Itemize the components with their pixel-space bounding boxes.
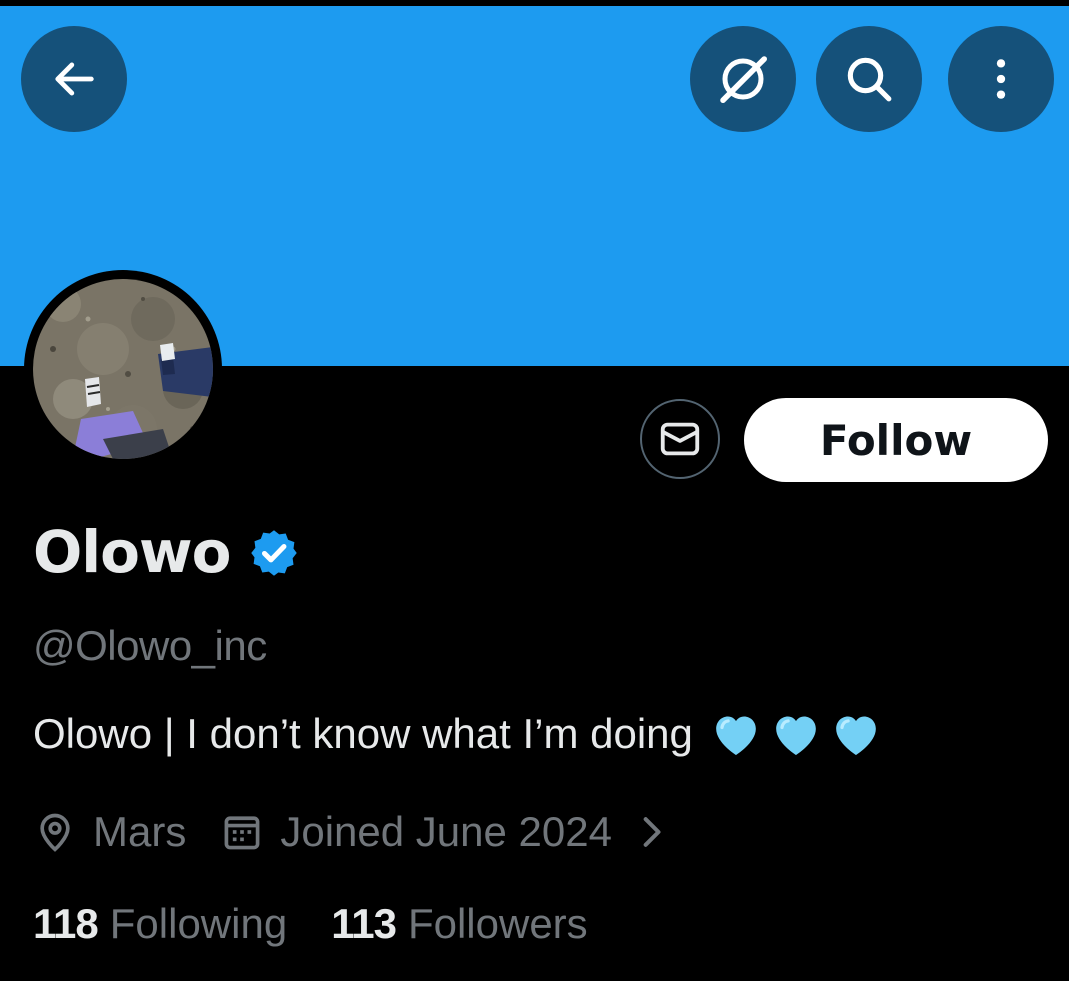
back-button[interactable]	[21, 26, 127, 132]
display-name: Olowo	[33, 518, 231, 586]
bio-text: Olowo | I don’t know what I’m doing	[33, 710, 693, 757]
chevron-right-icon[interactable]	[638, 810, 668, 854]
avatar[interactable]	[33, 279, 213, 459]
location-pin-icon	[33, 810, 77, 854]
joined-date-text: Joined June 2024	[280, 808, 612, 855]
followers-count: 113	[331, 900, 397, 947]
bio: Olowo | I don’t know what I’m doing	[33, 706, 885, 762]
grok-icon	[720, 56, 767, 103]
grok-button[interactable]	[690, 26, 796, 132]
light-blue-heart-icon	[707, 706, 765, 762]
light-blue-heart-icon	[827, 706, 885, 762]
search-button[interactable]	[816, 26, 922, 132]
calendar-icon	[220, 810, 264, 854]
following-count: 118	[33, 900, 99, 947]
profile-page: Follow Olowo @Olowo_inc Olowo | I don’t …	[0, 0, 1069, 981]
arrow-left-icon	[55, 62, 94, 96]
avatar-photo	[33, 279, 213, 459]
followers-label: Followers	[407, 900, 588, 947]
search-icon	[847, 57, 892, 102]
message-button[interactable]	[640, 399, 720, 479]
location-text: Mars	[93, 808, 187, 855]
follow-stats: 118 Following 113 Followers	[33, 894, 588, 954]
more-vertical-icon	[996, 59, 1006, 99]
followers-link[interactable]: 113 Followers	[331, 900, 587, 948]
following-link[interactable]: 118 Following	[33, 900, 287, 948]
user-handle: @Olowo_inc	[33, 622, 267, 669]
more-options-button[interactable]	[948, 26, 1054, 132]
following-label: Following	[109, 900, 288, 947]
follow-button[interactable]: Follow	[744, 398, 1048, 482]
profile-meta: Mars Joined June 2024	[33, 800, 668, 864]
light-blue-heart-icon	[767, 706, 825, 762]
verified-badge-icon[interactable]	[248, 527, 300, 579]
envelope-icon	[660, 422, 700, 456]
